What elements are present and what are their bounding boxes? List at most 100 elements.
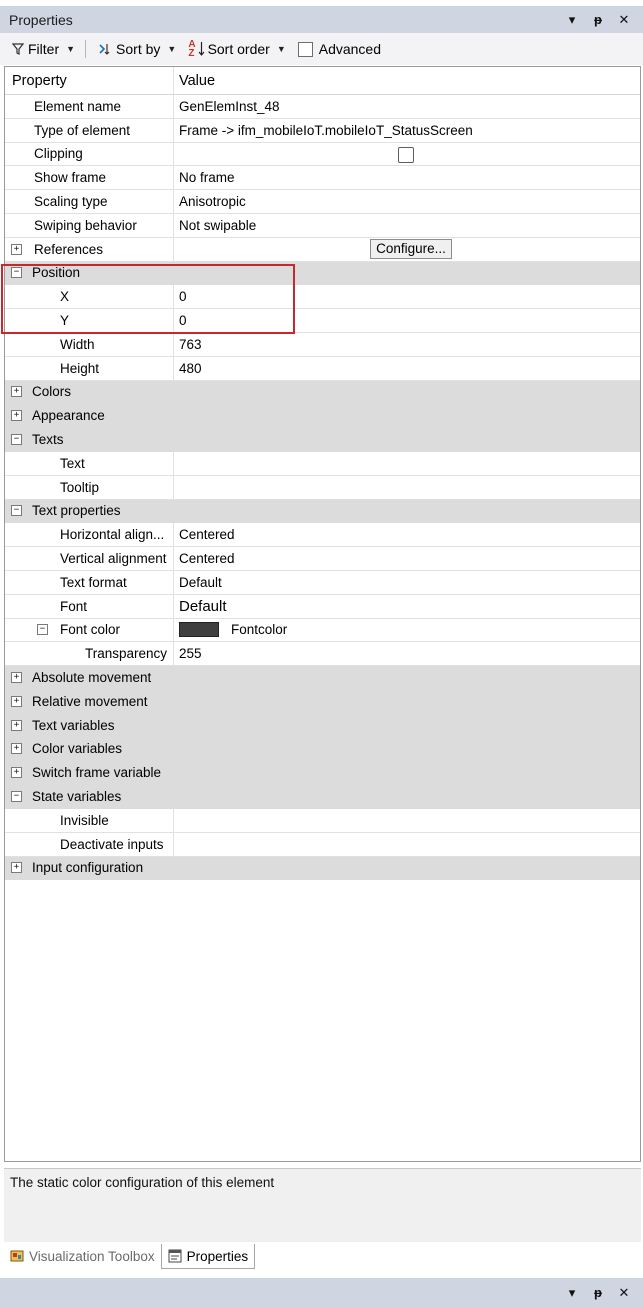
advanced-checkbox[interactable] xyxy=(297,41,313,57)
property-row-references[interactable]: + References Configure... xyxy=(5,237,640,262)
property-row-type-of-element[interactable]: Type of element Frame -> ifm_mobileIoT.m… xyxy=(5,118,640,143)
expand-icon[interactable]: + xyxy=(11,743,22,755)
property-value[interactable]: Anisotropic xyxy=(179,194,246,209)
expand-icon[interactable]: + xyxy=(11,410,22,422)
property-label: Type of element xyxy=(34,122,131,138)
property-row-element-name[interactable]: Element name GenElemInst_48 xyxy=(5,95,640,119)
group-row-color-variables[interactable]: + Color variables xyxy=(5,737,640,762)
expand-icon[interactable]: + xyxy=(11,672,22,684)
sort-by-button[interactable]: Sort by ▼ xyxy=(98,41,176,57)
tab-label: Visualization Toolbox xyxy=(29,1248,155,1264)
property-row-transparency[interactable]: Transparency 255 xyxy=(5,642,640,667)
window-controls: ▾ ᵽ ✕ xyxy=(559,1283,637,1303)
property-value[interactable]: Not swipable xyxy=(179,218,256,233)
pin-icon[interactable]: ᵽ xyxy=(585,10,611,30)
description-text: The static color configuration of this e… xyxy=(10,1175,275,1190)
property-label: Transparency xyxy=(85,646,168,662)
property-row-font[interactable]: Font Default xyxy=(5,594,640,619)
sort-order-button[interactable]: AZ Sort order ▼ xyxy=(188,40,286,59)
property-value[interactable]: Default xyxy=(179,575,222,590)
property-row-vertical-alignment[interactable]: Vertical alignment Centered xyxy=(5,547,640,571)
group-row-text-variables[interactable]: + Text variables xyxy=(5,713,640,738)
collapse-icon[interactable]: − xyxy=(37,624,48,636)
group-row-switch-frame-variable[interactable]: + Switch frame variable xyxy=(5,761,640,786)
property-row-height[interactable]: Height 480 xyxy=(5,356,640,381)
property-row-x[interactable]: X 0 xyxy=(5,285,640,310)
chevron-down-icon: ▼ xyxy=(276,44,286,54)
group-row-position[interactable]: − Position xyxy=(5,261,640,286)
property-row-width[interactable]: Width 763 xyxy=(5,332,640,357)
property-label: X xyxy=(60,289,70,305)
group-row-text-properties[interactable]: − Text properties xyxy=(5,499,640,524)
expand-icon[interactable]: + xyxy=(11,386,22,398)
property-row-y[interactable]: Y 0 xyxy=(5,309,640,333)
advanced-toggle[interactable]: Advanced xyxy=(297,41,382,57)
property-value[interactable]: Default xyxy=(179,598,227,615)
property-value[interactable]: Centered xyxy=(179,527,235,542)
collapse-icon[interactable]: − xyxy=(11,267,22,279)
group-row-colors[interactable]: + Colors xyxy=(5,380,640,405)
property-row-horizontal-alignment[interactable]: Horizontal align... Centered xyxy=(5,523,640,548)
expand-icon[interactable]: + xyxy=(11,719,22,731)
tab-properties[interactable]: Properties xyxy=(160,1244,256,1269)
property-value[interactable]: No frame xyxy=(179,170,235,185)
property-row-clipping[interactable]: Clipping xyxy=(5,142,640,167)
pin-icon[interactable]: ᵽ xyxy=(585,1283,611,1303)
close-icon[interactable]: ✕ xyxy=(611,10,637,30)
filter-button[interactable]: Filter ▼ xyxy=(12,41,75,57)
property-row-deactivate-inputs[interactable]: Deactivate inputs xyxy=(5,832,640,857)
group-row-state-variables[interactable]: − State variables xyxy=(5,785,640,809)
group-label: Switch frame variable xyxy=(32,765,162,781)
close-icon[interactable]: ✕ xyxy=(611,1283,637,1303)
group-row-appearance[interactable]: + Appearance xyxy=(5,404,640,429)
group-row-absolute-movement[interactable]: + Absolute movement xyxy=(5,666,640,690)
property-row-tooltip[interactable]: Tooltip xyxy=(5,475,640,500)
property-label: Text xyxy=(60,455,85,471)
property-label: References xyxy=(34,241,104,257)
property-label: Vertical alignment xyxy=(60,551,167,567)
chevron-down-icon: ▼ xyxy=(66,44,76,54)
expand-icon[interactable]: + xyxy=(11,243,22,255)
tab-label: Properties xyxy=(186,1248,249,1264)
advanced-label: Advanced xyxy=(318,41,382,57)
property-row-font-color[interactable]: − Font color Fontcolor xyxy=(5,618,640,643)
expand-icon[interactable]: + xyxy=(11,695,22,707)
dropdown-icon[interactable]: ▾ xyxy=(559,1283,585,1303)
property-value[interactable]: 480 xyxy=(179,361,202,376)
property-value[interactable]: Frame -> ifm_mobileIoT.mobileIoT_StatusS… xyxy=(179,123,473,138)
group-row-input-configuration[interactable]: + Input configuration xyxy=(5,856,640,881)
group-label: Input configuration xyxy=(32,860,144,876)
group-row-relative-movement[interactable]: + Relative movement xyxy=(5,689,640,714)
group-label: Color variables xyxy=(32,741,123,757)
configure-button[interactable]: Configure... xyxy=(370,238,452,259)
group-row-texts[interactable]: − Texts xyxy=(5,428,640,452)
collapse-icon[interactable]: − xyxy=(11,791,22,802)
panel-tabs: Visualization Toolbox Properties xyxy=(4,1244,641,1272)
dropdown-icon[interactable]: ▾ xyxy=(559,10,585,30)
collapse-icon[interactable]: − xyxy=(11,505,22,517)
expand-icon[interactable]: + xyxy=(11,862,22,874)
group-label: Absolute movement xyxy=(32,670,152,686)
property-value[interactable]: GenElemInst_48 xyxy=(179,99,280,114)
property-row-text[interactable]: Text xyxy=(5,451,640,476)
font-color-swatch[interactable] xyxy=(179,622,219,638)
tab-visualization-toolbox[interactable]: Visualization Toolbox xyxy=(4,1244,161,1268)
property-row-text-format[interactable]: Text format Default xyxy=(5,570,640,595)
property-value[interactable]: 0 xyxy=(179,289,187,304)
toolbar-separator xyxy=(85,40,87,58)
property-value[interactable]: 255 xyxy=(179,646,202,661)
property-value[interactable]: 763 xyxy=(179,337,202,352)
property-value[interactable]: Fontcolor xyxy=(231,622,287,637)
collapse-icon[interactable]: − xyxy=(11,434,22,446)
property-row-show-frame[interactable]: Show frame No frame xyxy=(5,166,640,191)
property-value[interactable]: 0 xyxy=(179,313,187,328)
property-row-scaling-type[interactable]: Scaling type Anisotropic xyxy=(5,190,640,214)
value-column-header: Value xyxy=(179,72,216,89)
property-value[interactable]: Centered xyxy=(179,551,235,566)
clipping-checkbox[interactable] xyxy=(398,146,414,163)
property-label: Height xyxy=(60,360,100,376)
sort-order-label: Sort order xyxy=(207,41,270,57)
property-row-swiping-behavior[interactable]: Swiping behavior Not swipable xyxy=(5,213,640,238)
expand-icon[interactable]: + xyxy=(11,767,22,779)
property-row-invisible[interactable]: Invisible xyxy=(5,808,640,833)
